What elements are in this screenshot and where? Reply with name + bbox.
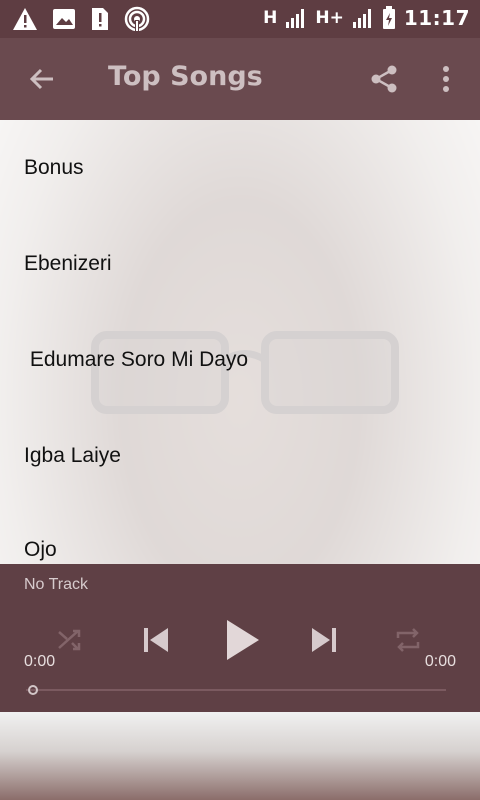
song-item-igba-laiye[interactable]: Igba Laiye [24,444,121,468]
repeat-icon [396,628,420,652]
song-list[interactable]: Bonus Ebenizeri Edumare Soro Mi Dayo Igb… [0,120,480,564]
status-bar: H H+ 11:17 [0,0,480,38]
shuffle-icon [58,629,81,651]
image-icon [53,9,75,29]
previous-icon [144,628,168,652]
song-item-edumare-soro-mi-dayo[interactable]: Edumare Soro Mi Dayo [24,348,248,372]
share-icon [371,65,397,93]
back-arrow-icon [29,68,53,90]
previous-button[interactable] [130,614,182,666]
page-title: Top Songs [108,61,263,92]
network-type-1: H [263,8,278,28]
play-icon [227,620,259,660]
status-right-icons: H H+ 11:17 [263,6,470,30]
next-button[interactable] [298,614,350,666]
network-type-2: H+ [315,8,344,28]
hotspot-icon [124,6,150,32]
sim-alert-icon [92,8,108,30]
progress-slider[interactable] [26,685,446,695]
app-bar: Top Songs [0,38,480,120]
progress-thumb[interactable] [28,685,38,695]
battery-icon [382,6,395,29]
back-button[interactable] [18,55,66,103]
next-icon [312,628,336,652]
background-bottom-strip [0,712,480,800]
current-time: 0:00 [24,653,56,670]
total-time: 0:00 [424,653,456,670]
screen: H H+ 11:17 Top Songs Bonus Ebenizeri Edu… [0,0,480,800]
track-name: No Track [24,576,89,593]
share-button[interactable] [360,55,408,103]
play-button[interactable] [217,614,269,666]
status-clock: 11:17 [403,6,470,30]
progress-track [26,689,446,691]
more-options-button[interactable] [422,55,470,103]
warning-icon [13,8,37,30]
status-left-icons [12,6,150,32]
song-item-ebenizeri[interactable]: Ebenizeri [24,252,112,276]
song-item-ojo[interactable]: Ojo [24,538,57,562]
song-item-bonus[interactable]: Bonus [24,156,84,180]
signal-icon [286,9,305,28]
music-player: No Track 0:00 0:00 [0,564,480,712]
signal-icon [352,9,371,28]
more-vert-icon [443,66,449,92]
